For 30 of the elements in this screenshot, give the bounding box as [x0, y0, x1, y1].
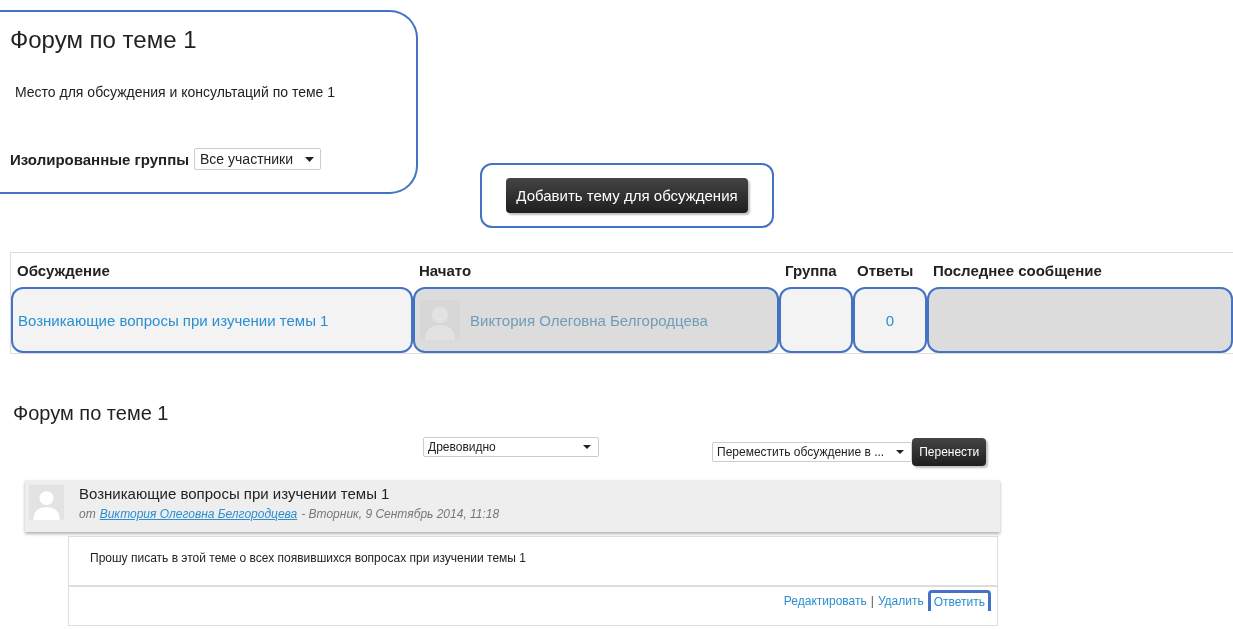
- action-link[interactable]: Ответить: [927, 590, 991, 611]
- post-message: Прошу писать в этой теме о всех появившихся вопросах при изучении темы 1: [69, 537, 997, 587]
- discussion-title: Форум по теме 1: [13, 402, 170, 425]
- by-prefix: от: [79, 507, 96, 521]
- separator: |: [870, 593, 874, 608]
- column-header: Обсуждение: [16, 261, 111, 279]
- replies-link[interactable]: 0: [885, 311, 895, 329]
- discussion-link[interactable]: Возникающие вопросы при изучении темы 1: [18, 311, 329, 329]
- post-date: - Вторник, 9 Сентябрь 2014, 11:18: [301, 507, 500, 521]
- group-mode-label: Изолированные группы: [10, 150, 190, 168]
- display-mode-select[interactable]: Древовидно: [423, 437, 599, 457]
- column-header: Начато: [418, 261, 473, 279]
- caret-icon: [896, 450, 905, 454]
- move-select[interactable]: Переместить обсуждение в ...: [712, 442, 913, 462]
- column-header: Последнее сообщение: [932, 261, 1103, 279]
- action-link[interactable]: Удалить: [877, 593, 924, 608]
- column-header: Ответы: [856, 261, 915, 279]
- author-link[interactable]: Виктория Олеговна Белгородцева: [470, 311, 708, 329]
- move-button[interactable]: Перенести: [912, 438, 987, 466]
- caret-icon: [305, 156, 315, 162]
- column-header: Группа: [784, 261, 838, 279]
- caret-icon: [583, 445, 591, 449]
- forum-description: Место для обсуждения и консультаций по теме 1: [15, 84, 337, 100]
- forum-title: Форум по теме 1: [10, 26, 198, 54]
- post-subject: Возникающие вопросы при изучении темы 1: [79, 485, 391, 502]
- group-select[interactable]: Все участники: [194, 148, 322, 170]
- avatar-icon: [29, 485, 64, 520]
- action-link[interactable]: Редактировать: [783, 593, 867, 608]
- author-link[interactable]: Виктория Олеговна Белгородцева: [99, 507, 298, 521]
- add-discussion-button[interactable]: Добавить тему для обсуждения: [506, 178, 748, 213]
